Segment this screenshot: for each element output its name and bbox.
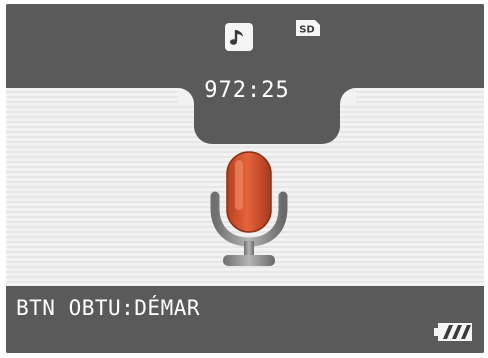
shutter-button-hint: BTN OBTU:DÉMAR — [16, 296, 201, 320]
battery-icon — [434, 323, 472, 341]
music-note-icon — [225, 23, 253, 51]
microphone-icon — [210, 151, 288, 266]
sd-card-icon: SD — [296, 20, 320, 36]
sd-label: SD — [299, 25, 315, 36]
tab-corner-right — [340, 88, 356, 104]
remaining-time: 972:25 — [204, 78, 290, 103]
camera-screen: SD 972:25 BTN OBTU:DÉMAR — [6, 4, 484, 353]
